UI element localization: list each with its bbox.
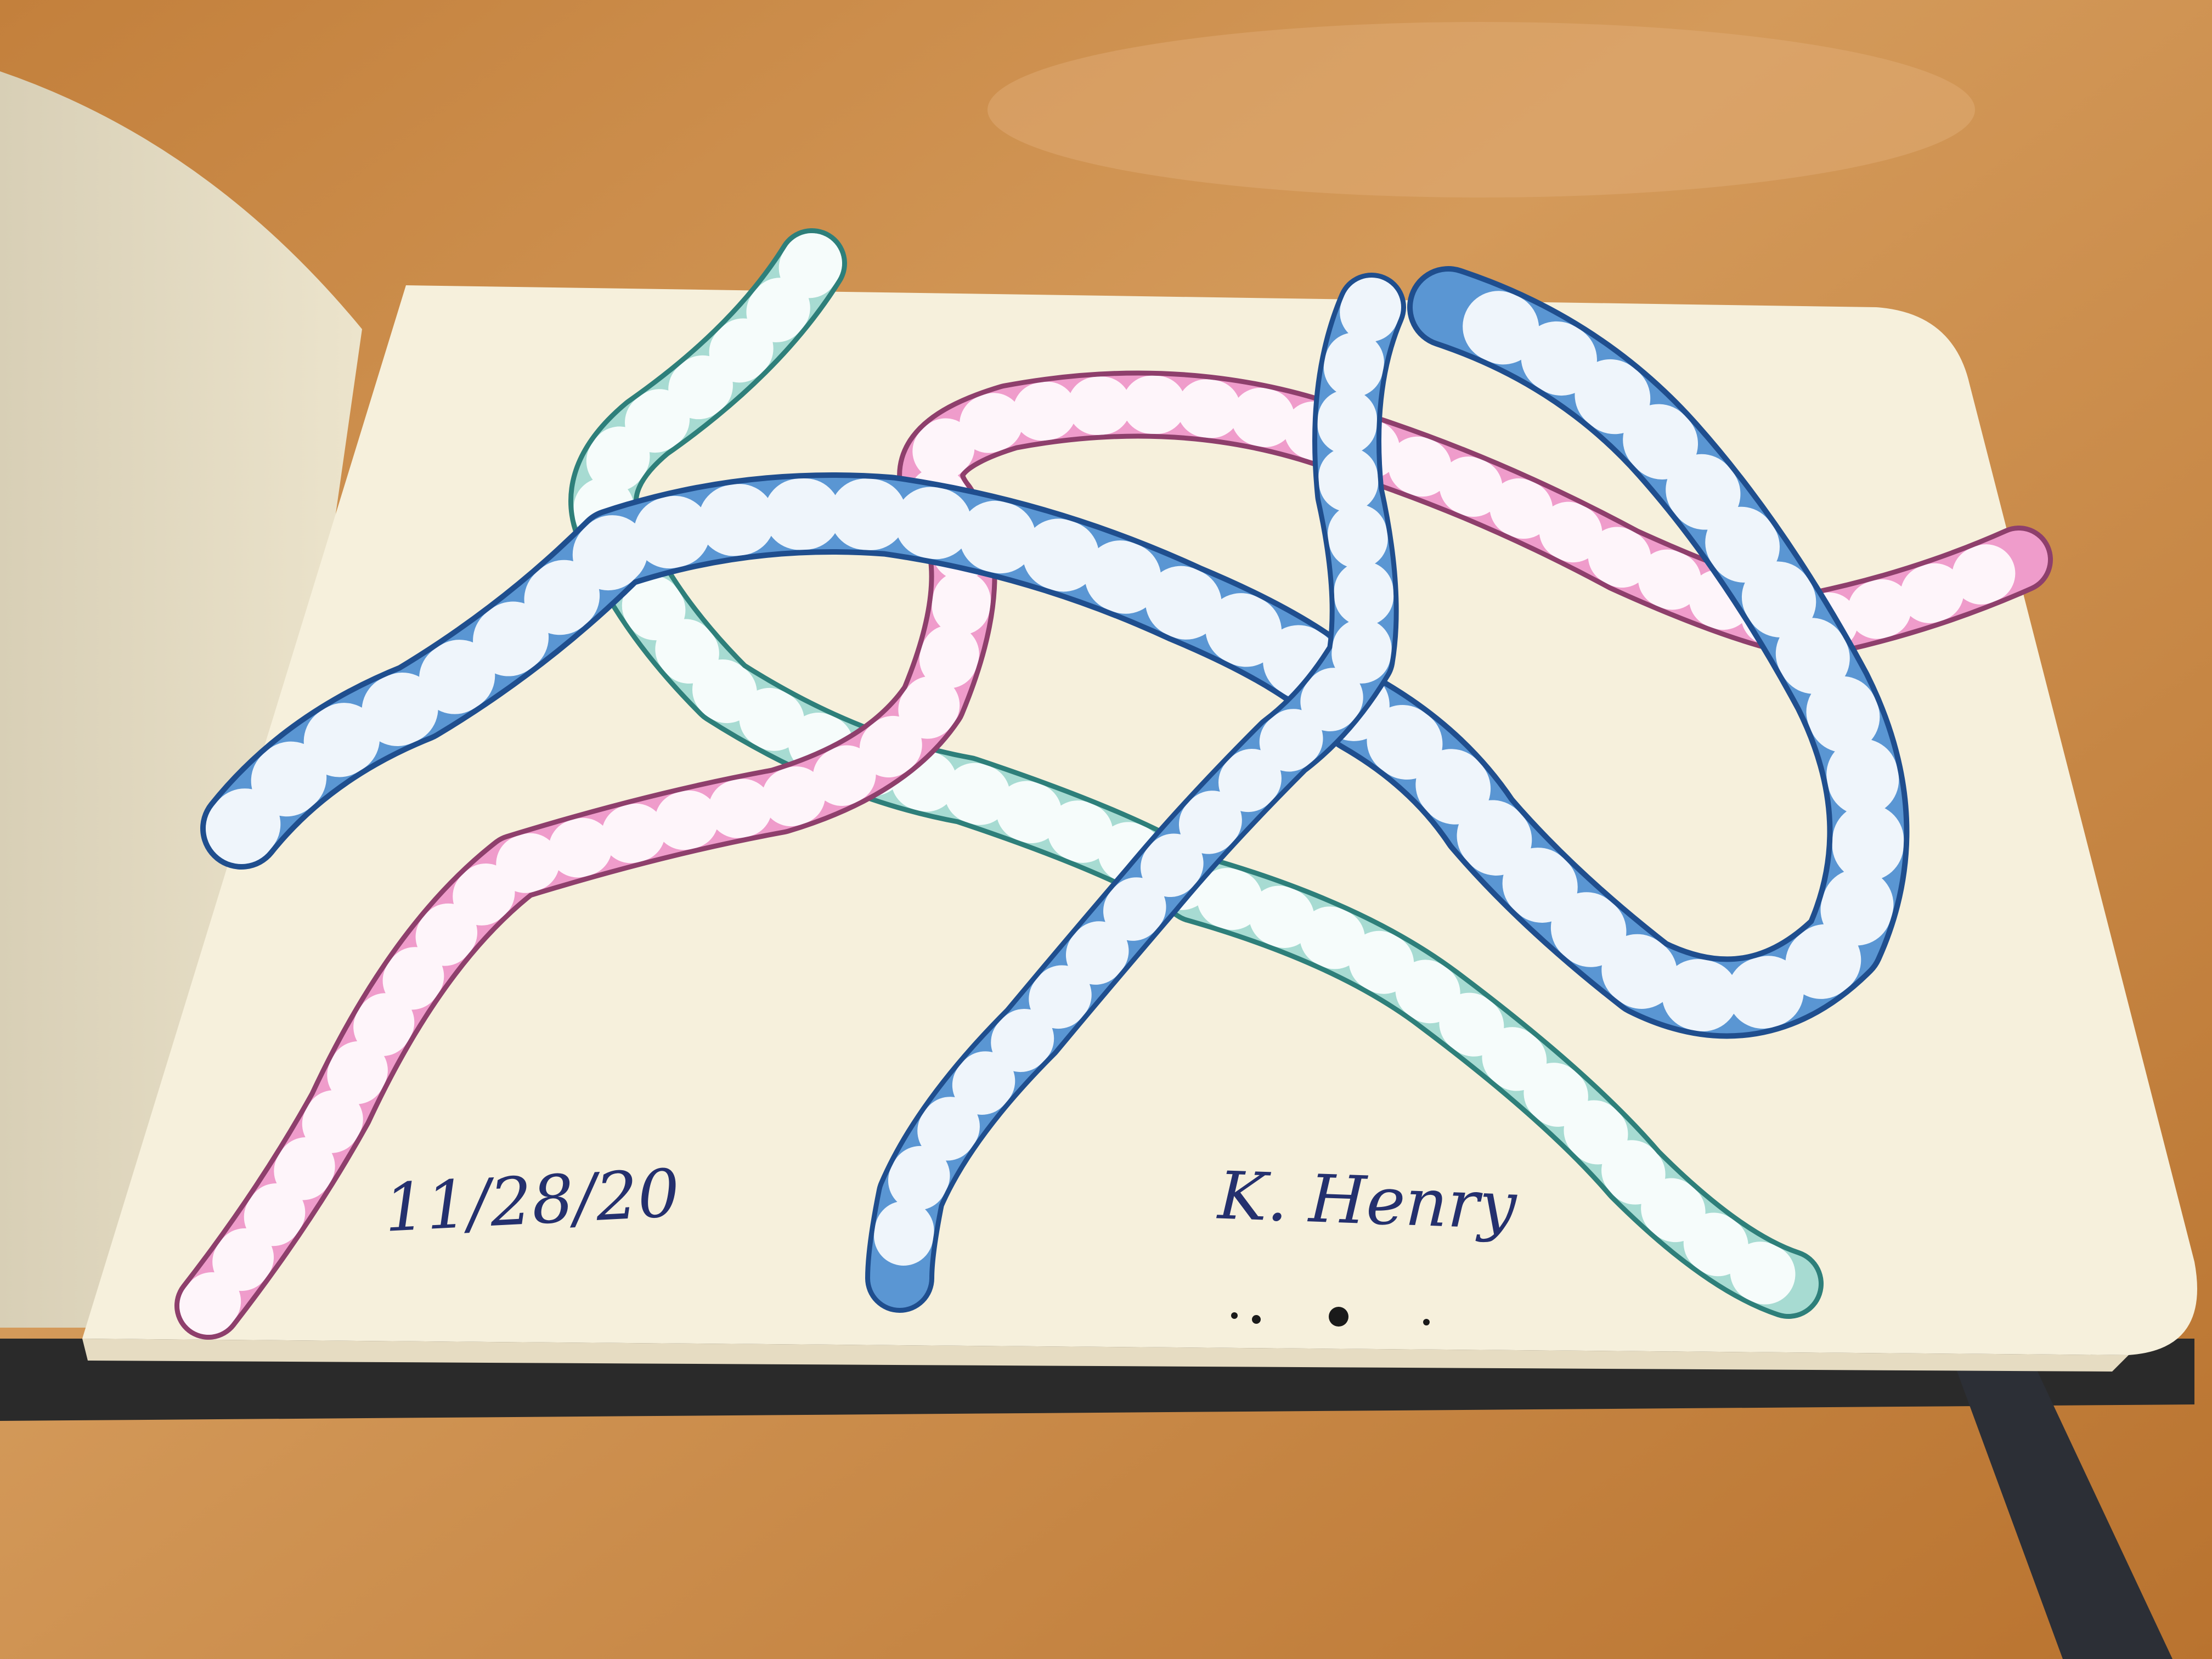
table-glare bbox=[988, 22, 1975, 198]
author-signature: K. Henry bbox=[1216, 1158, 1518, 1245]
date-inscription: 11/28/20 bbox=[382, 1155, 682, 1248]
photo-scene bbox=[0, 0, 2212, 1659]
